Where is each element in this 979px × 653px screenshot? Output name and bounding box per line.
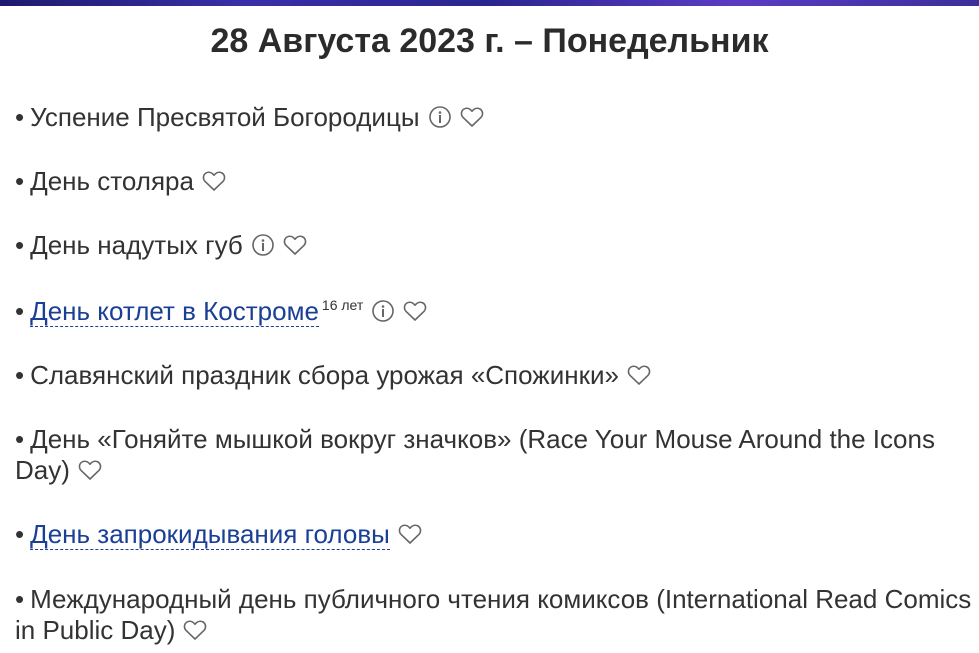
holiday-title: День надутых губ bbox=[30, 230, 243, 260]
holiday-title: Успение Пресвятой Богородицы bbox=[30, 102, 420, 132]
holiday-title: День «Гоняйте мышкой вокруг значков» (Ra… bbox=[15, 424, 935, 485]
list-item: • День «Гоняйте мышкой вокруг значков» (R… bbox=[15, 424, 975, 486]
heart-icon[interactable] bbox=[460, 106, 484, 128]
top-decorative-strip bbox=[0, 0, 979, 6]
info-icon[interactable] bbox=[251, 233, 275, 257]
bullet: • bbox=[15, 424, 25, 454]
holiday-title: Международный день публичного чтения ком… bbox=[15, 584, 972, 645]
list-item: • День запрокидывания головы bbox=[15, 519, 975, 550]
list-item: • Успение Пресвятой Богородицы bbox=[15, 102, 975, 133]
bullet: • bbox=[15, 296, 25, 326]
list-item: • Международный день публичного чтения ко… bbox=[15, 584, 975, 646]
page-title: 28 Августа 2023 г. – Понедельник bbox=[210, 22, 769, 60]
info-icon[interactable] bbox=[428, 105, 452, 129]
list-item: • День котлет в Костроме 16 лет bbox=[15, 296, 975, 327]
holiday-link[interactable]: День котлет в Костроме bbox=[30, 296, 319, 327]
heart-icon[interactable] bbox=[283, 234, 307, 256]
list-item: • Славянский праздник сбора урожая «Спожи… bbox=[15, 360, 975, 391]
holiday-link[interactable]: День запрокидывания головы bbox=[30, 519, 390, 550]
age-badge: 16 лет bbox=[321, 297, 364, 313]
bullet: • bbox=[15, 360, 25, 390]
list-item: • День надутых губ bbox=[15, 230, 975, 261]
bullet: • bbox=[15, 102, 25, 132]
heart-icon[interactable] bbox=[78, 459, 102, 481]
heart-icon[interactable] bbox=[398, 523, 422, 545]
list-item: • День столяра bbox=[15, 166, 975, 197]
heart-icon[interactable] bbox=[202, 170, 226, 192]
bullet: • bbox=[15, 519, 25, 549]
bullet: • bbox=[15, 230, 25, 260]
heart-icon[interactable] bbox=[183, 619, 207, 641]
heart-icon[interactable] bbox=[627, 364, 651, 386]
holiday-title: Славянский праздник сбора урожая «Спожин… bbox=[30, 360, 619, 390]
info-icon[interactable] bbox=[371, 299, 395, 323]
bullet: • bbox=[15, 584, 25, 614]
heart-icon[interactable] bbox=[403, 300, 427, 322]
holiday-title: День столяра bbox=[30, 166, 194, 196]
bullet: • bbox=[15, 166, 25, 196]
